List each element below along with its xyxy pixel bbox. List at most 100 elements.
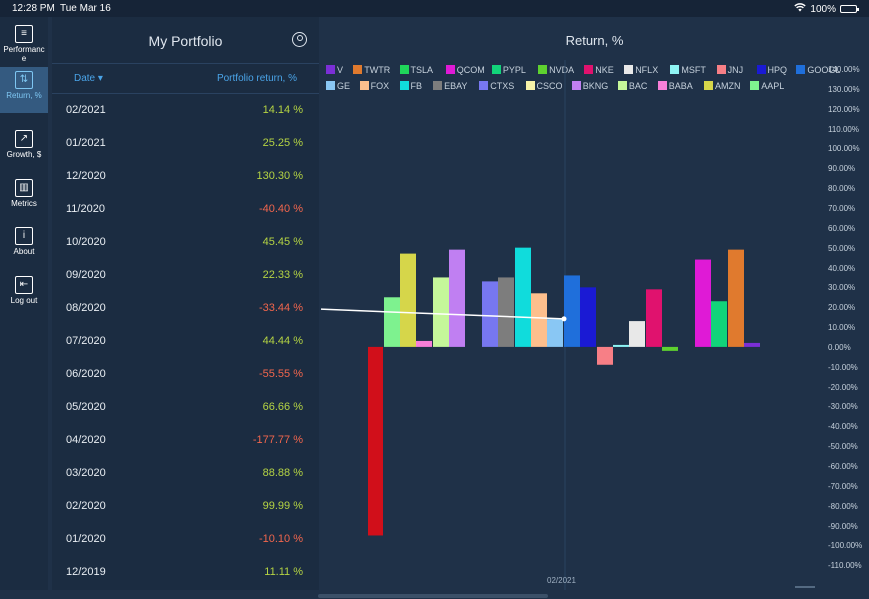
row-return: 14.14 % xyxy=(262,104,303,116)
legend-item[interactable]: NKE xyxy=(584,65,614,76)
list-item[interactable]: 10/2020 45.45 % xyxy=(52,226,319,259)
nav-about[interactable]: i About xyxy=(0,223,48,269)
legend-item[interactable]: CTXS xyxy=(479,81,514,92)
legend-label: BAC xyxy=(628,81,648,91)
nav-return[interactable]: ⇅ Return, % xyxy=(0,67,48,113)
legend-swatch xyxy=(353,65,363,74)
legend-swatch xyxy=(617,81,627,90)
list-item[interactable]: 12/2019 11.11 % xyxy=(52,556,319,589)
bar-qcom xyxy=(695,259,711,347)
legend-item[interactable]: BABA xyxy=(657,81,693,92)
legend-swatch xyxy=(359,81,369,90)
legend-item[interactable]: TSLA xyxy=(399,65,434,76)
row-date: 08/2020 xyxy=(66,302,106,314)
row-return: 44.44 % xyxy=(262,335,303,347)
chart-scrollbar[interactable] xyxy=(795,586,815,588)
legend-swatch xyxy=(571,81,581,90)
nav-metrics[interactable]: ▥ Metrics xyxy=(0,175,48,221)
y-tick-label: -20.00% xyxy=(828,382,858,392)
portfolio-line xyxy=(320,308,565,320)
panel-title: My Portfolio xyxy=(148,33,223,49)
list-item[interactable]: 02/2021 14.14 % xyxy=(52,94,319,127)
legend-item[interactable]: JNJ xyxy=(716,65,743,76)
list-item[interactable]: 12/2020 130.30 % xyxy=(52,160,319,193)
legend-label: NKE xyxy=(595,65,614,75)
legend-swatch xyxy=(584,65,594,74)
bar-fox xyxy=(531,293,547,347)
bar-nflx xyxy=(629,321,645,347)
legend-label: MSFT xyxy=(681,65,706,75)
bar-bkng xyxy=(449,249,465,347)
nav-logout[interactable]: ⇤ Log out xyxy=(0,272,48,318)
nav-growth[interactable]: ↗ Growth, $ xyxy=(0,126,48,172)
y-tick-label: -50.00% xyxy=(828,442,858,452)
legend-item[interactable]: EBAY xyxy=(433,81,467,92)
user-icon[interactable] xyxy=(292,32,307,47)
list-item[interactable]: 07/2020 44.44 % xyxy=(52,325,319,358)
legend-item[interactable]: HPQ xyxy=(756,65,787,76)
legend-item[interactable]: TWTR xyxy=(353,65,390,76)
row-return: -33.44 % xyxy=(258,302,303,314)
row-date: 09/2020 xyxy=(66,269,106,281)
legend-label: QCOM xyxy=(456,65,485,75)
bar-bac xyxy=(433,277,449,347)
legend-item[interactable]: FOX xyxy=(359,81,389,92)
legend-item[interactable]: GE xyxy=(326,81,350,92)
legend-item[interactable]: V xyxy=(326,65,343,76)
row-date: 01/2021 xyxy=(66,137,106,149)
row-return: 11.11 % xyxy=(264,566,303,578)
legend-label: V xyxy=(337,65,344,75)
legend-item[interactable]: AAPL xyxy=(750,81,784,92)
bar-nke xyxy=(646,289,662,347)
y-tick-label: 50.00% xyxy=(828,243,856,253)
row-return: -55.55 % xyxy=(258,368,303,380)
legend-swatch xyxy=(479,81,489,90)
legend-swatch xyxy=(716,65,726,74)
y-tick-label: -70.00% xyxy=(828,481,858,491)
list-item[interactable]: 06/2020 -55.55 % xyxy=(52,358,319,391)
list-item[interactable]: 05/2020 66.66 % xyxy=(52,391,319,424)
y-tick-label: 60.00% xyxy=(828,223,856,233)
legend-item[interactable]: MSFT xyxy=(670,65,706,76)
legend-item[interactable]: NFLX xyxy=(624,65,658,76)
legend-item[interactable]: BAC xyxy=(617,81,648,92)
row-date: 11/2020 xyxy=(66,203,105,215)
list-item[interactable]: 03/2020 88.88 % xyxy=(52,457,319,490)
legend-swatch xyxy=(756,65,766,74)
y-tick-label: -30.00% xyxy=(828,402,858,412)
legend-item[interactable]: NVDA xyxy=(538,65,574,76)
legend-item[interactable]: QCOM xyxy=(445,65,485,76)
legend-item[interactable]: CSCO xyxy=(525,81,563,92)
bar-pypl xyxy=(711,301,727,347)
panel-scroll-indicator xyxy=(318,594,548,598)
wifi-icon xyxy=(794,3,807,15)
legend-swatch xyxy=(326,81,335,90)
list-item[interactable]: 02/2020 99.99 % xyxy=(52,490,319,523)
nav-logout-label: Log out xyxy=(10,296,38,305)
legend-item[interactable]: FB xyxy=(399,81,422,92)
status-time: 12:28 PM xyxy=(12,3,55,14)
legend-swatch xyxy=(525,81,535,90)
legend-item[interactable]: AMZN xyxy=(704,81,741,92)
list-item[interactable]: 04/2020 -177.77 % xyxy=(52,424,319,457)
legend-item[interactable]: BKNG xyxy=(571,81,608,92)
legend-label: TSLA xyxy=(410,65,434,75)
list-item[interactable]: 09/2020 22.33 % xyxy=(52,259,319,292)
panel-header: My Portfolio xyxy=(52,17,319,64)
y-tick-label: -40.00% xyxy=(828,422,858,432)
nav-performance[interactable]: ≡ Performanc e xyxy=(0,21,48,67)
chart-title: Return, % xyxy=(565,33,624,48)
list-item[interactable]: 01/2020 -10.10 % xyxy=(52,523,319,556)
legend-swatch xyxy=(796,65,806,74)
nav-metrics-label: Metrics xyxy=(11,199,37,208)
list-item[interactable]: 08/2020 -33.44 % xyxy=(52,292,319,325)
list-item[interactable]: 01/2021 25.25 % xyxy=(52,127,319,160)
y-tick-label: 110.00% xyxy=(828,124,859,134)
return-column-header: Portfolio return, % xyxy=(216,73,297,84)
bar-fb xyxy=(515,247,531,347)
list-item[interactable]: 11/2020 -40.40 % xyxy=(52,193,319,226)
legend-swatch xyxy=(670,65,680,74)
battery-icon xyxy=(840,5,859,13)
sort-date-button[interactable]: Date ▾ xyxy=(74,73,103,84)
legend-item[interactable]: PYPL xyxy=(491,65,526,76)
